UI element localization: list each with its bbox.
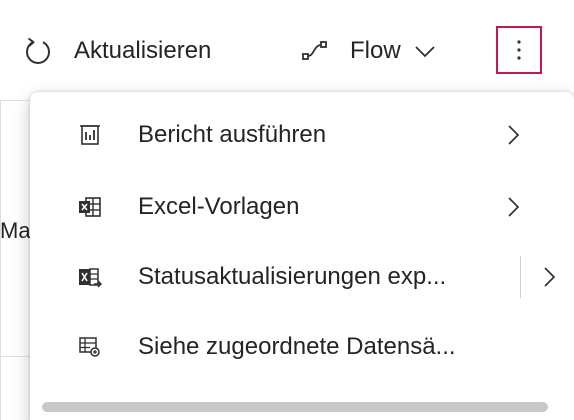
flow-label: Flow <box>350 37 401 64</box>
menu-item-view-related-records[interactable]: Siehe zugeordnete Datensä... <box>30 312 574 382</box>
chevron-right-icon <box>508 197 520 217</box>
chevron-right-icon <box>508 125 520 145</box>
command-bar: Aktualisieren Flow <box>0 0 574 100</box>
menu-item-export-status-updates[interactable]: Statusaktualisierungen exp... <box>30 242 574 312</box>
menu-item-label: Excel-Vorlagen <box>138 193 300 220</box>
menu-item-excel-templates[interactable]: Excel-Vorlagen <box>30 172 574 242</box>
excel-template-icon <box>79 197 101 217</box>
excel-export-icon <box>79 268 102 288</box>
flow-icon <box>302 41 327 60</box>
horizontal-scrollbar[interactable] <box>42 402 548 412</box>
more-vertical-icon <box>517 40 521 60</box>
flow-button[interactable]: Flow <box>300 28 437 74</box>
report-icon <box>80 125 100 145</box>
menu-item-label: Statusaktualisierungen exp... <box>138 263 447 290</box>
split-divider <box>520 256 521 298</box>
menu-item-label: Siehe zugeordnete Datensä... <box>138 333 456 360</box>
grid-left-border <box>0 100 1 420</box>
refresh-icon <box>26 37 50 64</box>
related-records-icon <box>79 337 100 357</box>
menu-item-label: Bericht ausführen <box>138 121 327 148</box>
grid-partial-text: Ma <box>0 218 31 243</box>
app-window: Ma Aktualisieren Flow Bericht ausführen … <box>0 0 574 420</box>
overflow-menu: Bericht ausführen Excel-Vorlagen Statusa… <box>30 92 574 420</box>
refresh-label: Aktualisieren <box>74 37 212 64</box>
more-commands-button[interactable] <box>496 26 542 74</box>
menu-item-run-report[interactable]: Bericht ausführen <box>30 100 574 170</box>
chevron-down-icon <box>415 46 435 58</box>
chevron-right-icon[interactable] <box>538 266 560 288</box>
refresh-button[interactable]: Aktualisieren <box>22 28 211 74</box>
